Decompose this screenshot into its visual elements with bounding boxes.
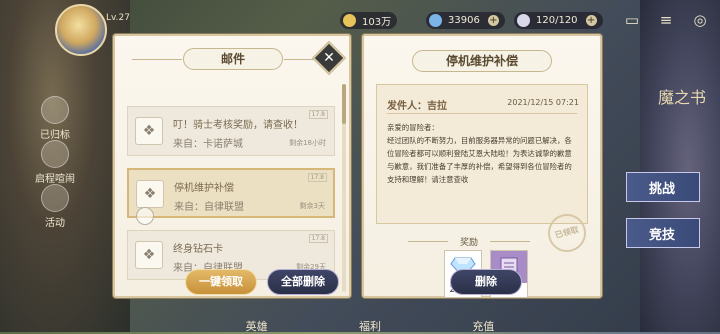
side-menu-item-3[interactable]: 活动: [30, 184, 80, 229]
mail-panel-title: 邮件: [132, 48, 334, 70]
chat-icon[interactable]: ▭: [622, 10, 642, 30]
mail-item-tag: 17.8: [308, 110, 328, 119]
mail-item-sender: 来自：卡诺萨城: [173, 139, 243, 150]
mail-item-title: 叮！骑士考核奖励，请查收！: [173, 120, 303, 131]
top-right-icons: ▭ ≡ ◎: [622, 10, 710, 30]
gold-counter: 103万: [340, 12, 398, 29]
arena-button[interactable]: 竞技: [626, 218, 700, 248]
gift-icon: ❖: [136, 180, 164, 208]
gold-value: 103万: [362, 17, 392, 28]
mail-item-title: 终身钻石卡: [173, 244, 223, 255]
divider: [387, 113, 577, 114]
side-menu-icon: [41, 184, 69, 212]
gold-icon: [343, 14, 356, 27]
top-status-bar: Lv.27 103万 33906 + 120/120 + ▭ ≡ ◎: [0, 0, 720, 56]
nav-heroes[interactable]: 英雄: [246, 310, 268, 333]
mail-item-sender: 来自：自律联盟: [174, 202, 244, 213]
game-background: [0, 0, 720, 332]
side-menu-item-1[interactable]: 已归标: [30, 96, 80, 141]
bottom-nav: 英雄 福利 充值: [200, 310, 540, 333]
letter-text: 亲爱的冒险者： 经过团队的不断努力，目前服务器异常的问题已解决，各位冒险者都可以…: [387, 123, 572, 184]
delete-all-button[interactable]: 全部删除: [267, 269, 339, 295]
letter-body: 发件人：吉拉 2021/12/15 07:21 亲爱的冒险者： 经过团队的不断努…: [376, 84, 588, 224]
diamond-counter: 33906 +: [426, 12, 505, 29]
mail-panel: 邮件 ✕ ❖ 叮！骑士考核奖励，请查收！ 来自：卡诺萨城 剩余18小时 17.8…: [113, 34, 351, 298]
stamina-icon: [517, 14, 530, 27]
side-menu-icon: [41, 96, 69, 124]
menu-icon[interactable]: ≡: [656, 10, 676, 30]
player-avatar[interactable]: [55, 4, 107, 56]
mail-item-remaining: 剩余18小时: [289, 139, 326, 147]
mail-item-title: 停机维护补偿: [174, 183, 234, 194]
mail-item[interactable]: ❖ 叮！骑士考核奖励，请查收！ 来自：卡诺萨城 剩余18小时 17.8: [127, 106, 335, 156]
diamond-value: 33906: [448, 15, 480, 26]
diamond-icon: [429, 14, 442, 27]
claim-all-button[interactable]: 一键领取: [185, 269, 257, 295]
modal-dim-overlay: [0, 0, 720, 332]
gift-icon: ❖: [135, 241, 163, 269]
challenge-button[interactable]: 挑战: [626, 172, 700, 202]
book-logo-text: 魔之书: [657, 88, 706, 107]
stamina-counter: 120/120 +: [514, 12, 603, 29]
nav-recharge[interactable]: 充值: [472, 310, 494, 333]
close-button[interactable]: ✕: [312, 41, 346, 75]
mail-detail-panel: 停机维护补偿 发件人：吉拉 2021/12/15 07:21 亲爱的冒险者： 经…: [362, 34, 602, 298]
side-menu-item-2[interactable]: 启程喧闹: [30, 140, 80, 185]
nav-welfare[interactable]: 福利: [359, 310, 381, 333]
mail-scrollbar[interactable]: [342, 84, 346, 292]
mail-item-selected[interactable]: ❖ 停机维护补偿 来自：自律联盟 剩余3天 17.8: [127, 168, 335, 218]
player-level: Lv.27: [106, 13, 130, 23]
mail-date: 2021/12/15 07:21: [507, 98, 579, 107]
delete-button[interactable]: 删除: [450, 269, 522, 295]
gift-icon: ❖: [135, 117, 163, 145]
touch-indicator: [136, 207, 154, 225]
mail-item-tag: 17.8: [307, 173, 327, 182]
scrollbar-thumb[interactable]: [342, 84, 346, 124]
eye-icon[interactable]: ◎: [690, 10, 710, 30]
mail-list: ❖ 叮！骑士考核奖励，请查收！ 来自：卡诺萨城 剩余18小时 17.8 ❖ 停机…: [127, 106, 335, 292]
stamina-value: 120/120: [536, 15, 578, 26]
mail-item-remaining: 剩余3天: [299, 202, 325, 210]
detail-title: 停机维护补偿: [412, 50, 552, 72]
add-diamond-button[interactable]: +: [487, 15, 499, 26]
mail-item-tag: 17.8: [308, 234, 328, 243]
mail-actions: 一键领取 全部删除: [185, 269, 339, 295]
rewards-label: 奖励: [407, 235, 531, 248]
add-stamina-button[interactable]: +: [585, 15, 597, 26]
sender: 发件人：吉拉: [387, 101, 447, 112]
close-icon: ✕: [323, 50, 335, 66]
side-menu-icon: [41, 140, 69, 168]
